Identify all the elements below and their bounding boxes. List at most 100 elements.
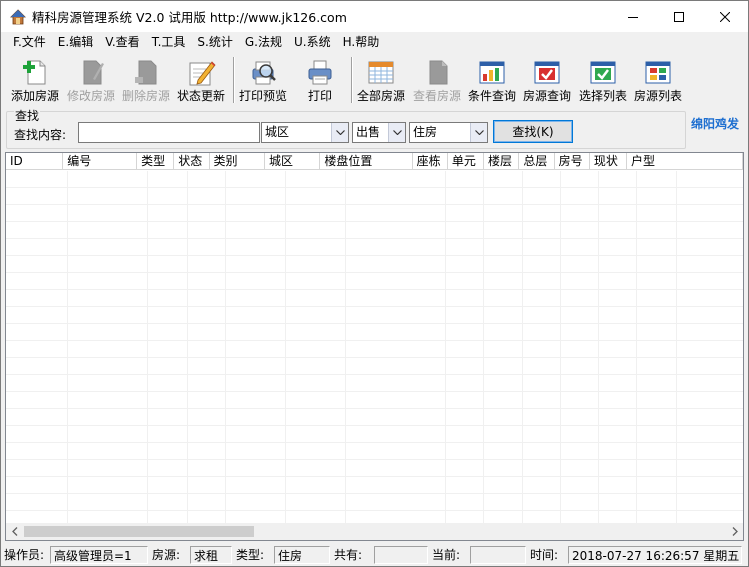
view-house-label: 查看房源: [413, 89, 462, 103]
grid-line: [285, 171, 286, 526]
house-query-label: 房源查询: [523, 89, 572, 103]
print-preview-icon: [252, 61, 276, 85]
menu-help[interactable]: H.帮助: [337, 32, 386, 53]
menu-edit[interactable]: E.编辑: [52, 32, 99, 53]
menu-laws[interactable]: G.法规: [239, 32, 288, 53]
find-button[interactable]: 查找(K): [493, 120, 573, 143]
table-body[interactable]: [6, 171, 743, 526]
column-header-type[interactable]: 类型: [137, 153, 175, 170]
window-title: 精科房源管理系统 V2.0 试用版 http://www.jk126.com: [32, 10, 347, 25]
scroll-right-icon[interactable]: [726, 523, 743, 540]
scroll-left-icon[interactable]: [6, 523, 23, 540]
total-value: [374, 546, 428, 564]
grid-line: [67, 171, 68, 526]
house-list-button[interactable]: 房源列表: [634, 57, 682, 107]
grid-line: [345, 171, 346, 526]
search-group-title: 查找: [14, 109, 41, 123]
column-header-unit[interactable]: 单元: [448, 153, 485, 170]
view-house-button[interactable]: 查看房源: [413, 57, 461, 107]
green-check-window-icon: [590, 61, 616, 84]
column-header-total-floors[interactable]: 总层: [519, 153, 555, 170]
table-header: ID 编号 类型 状态 类别 城区 楼盘位置 座栋 单元 楼层 总层 房号 现状…: [6, 153, 743, 170]
district-select[interactable]: 城区: [261, 122, 349, 143]
grid-line: [560, 171, 561, 526]
source-value: 求租: [190, 546, 232, 564]
add-house-button[interactable]: 添加房源: [11, 57, 59, 107]
print-preview-label: 打印预览: [239, 89, 288, 103]
search-group: 查找 查找内容: 城区 出售 住房 查找(K): [6, 109, 686, 149]
menu-file[interactable]: F.文件: [7, 32, 52, 53]
grid-line: [147, 171, 148, 526]
grid-line: [187, 171, 188, 526]
source-label: 房源:: [152, 548, 181, 562]
operator-label: 操作员:: [4, 548, 45, 562]
select-list-label: 选择列表: [579, 89, 628, 103]
close-button[interactable]: [702, 1, 748, 32]
column-header-room-number[interactable]: 房号: [555, 153, 590, 170]
grid-line: [598, 171, 599, 526]
column-header-category[interactable]: 类别: [210, 153, 265, 170]
column-header-location[interactable]: 楼盘位置: [320, 153, 413, 170]
chevron-down-icon: [331, 123, 348, 142]
time-value: 2018-07-27 16:26:57 星期五: [568, 546, 742, 564]
print-button[interactable]: 打印: [305, 57, 335, 107]
total-label: 共有:: [334, 548, 363, 562]
condition-query-button[interactable]: 条件查询: [468, 57, 516, 107]
menu-bar: F.文件 E.编辑 V.查看 T.工具 S.统计 G.法规 U.系统 H.帮助: [1, 32, 748, 53]
select-list-button[interactable]: 选择列表: [579, 57, 627, 107]
grid-line: [636, 171, 637, 526]
brand-text: 绵阳鸡发: [691, 117, 740, 131]
type-value: 住房: [274, 546, 330, 564]
menu-system[interactable]: U.系统: [288, 32, 337, 53]
print-label: 打印: [307, 89, 332, 103]
condition-query-label: 条件查询: [468, 89, 517, 103]
all-houses-button[interactable]: 全部房源: [357, 57, 405, 107]
maximize-button[interactable]: [656, 1, 702, 32]
search-input[interactable]: [78, 122, 260, 143]
add-house-label: 添加房源: [11, 89, 60, 103]
menu-view[interactable]: V.查看: [99, 32, 145, 53]
calendar-grid-icon: [368, 61, 394, 84]
column-header-number[interactable]: 编号: [63, 153, 138, 170]
district-select-value: 城区: [265, 125, 290, 139]
column-header-status[interactable]: 状态: [174, 153, 210, 170]
column-header-building[interactable]: 座栋: [413, 153, 448, 170]
add-document-icon: [23, 60, 46, 85]
scrollbar-thumb[interactable]: [24, 526, 254, 537]
print-preview-button[interactable]: 打印预览: [239, 57, 287, 107]
window-controls: [610, 1, 748, 32]
delete-document-icon: [135, 60, 157, 85]
status-update-button[interactable]: 状态更新: [177, 57, 225, 107]
toolbar-separator: [233, 57, 235, 103]
minimize-button[interactable]: [610, 1, 656, 32]
status-bar: 操作员: 高级管理员=1 房源: 求租 类型: 住房 共有: 当前: 时间: 2…: [1, 544, 748, 566]
column-header-district[interactable]: 城区: [265, 153, 321, 170]
house-type-select-value: 住房: [413, 125, 438, 139]
trade-select[interactable]: 出售: [352, 122, 406, 143]
chevron-down-icon: [388, 123, 405, 142]
horizontal-scrollbar[interactable]: [6, 523, 743, 540]
grid-line: [225, 171, 226, 526]
edit-house-button[interactable]: 修改房源: [67, 57, 115, 107]
house-table[interactable]: ID 编号 类型 状态 类别 城区 楼盘位置 座栋 单元 楼层 总层 房号 现状…: [5, 152, 744, 541]
type-label: 类型:: [236, 548, 265, 562]
column-header-id[interactable]: ID: [6, 153, 64, 170]
toolbar: 添加房源 修改房源 删除房源 状态更新 打印预览 打印 全部房源 查看房源 条件…: [1, 53, 748, 107]
edit-house-label: 修改房源: [67, 89, 116, 103]
trade-select-value: 出售: [356, 125, 381, 139]
minimize-icon: [628, 16, 638, 18]
current-value: [470, 546, 526, 564]
column-header-condition[interactable]: 现状: [590, 153, 627, 170]
column-header-floor[interactable]: 楼层: [484, 153, 520, 170]
column-header-layout[interactable]: 户型: [627, 153, 743, 170]
all-houses-label: 全部房源: [357, 89, 406, 103]
grid-line: [445, 171, 446, 526]
delete-house-button[interactable]: 删除房源: [122, 57, 170, 107]
house-query-button[interactable]: 房源查询: [523, 57, 571, 107]
pencil-note-icon: [189, 61, 216, 86]
red-check-window-icon: [534, 61, 560, 84]
menu-stats[interactable]: S.统计: [191, 32, 238, 53]
grid-line: [676, 171, 677, 526]
menu-tools[interactable]: T.工具: [146, 32, 192, 53]
house-type-select[interactable]: 住房: [409, 122, 488, 143]
